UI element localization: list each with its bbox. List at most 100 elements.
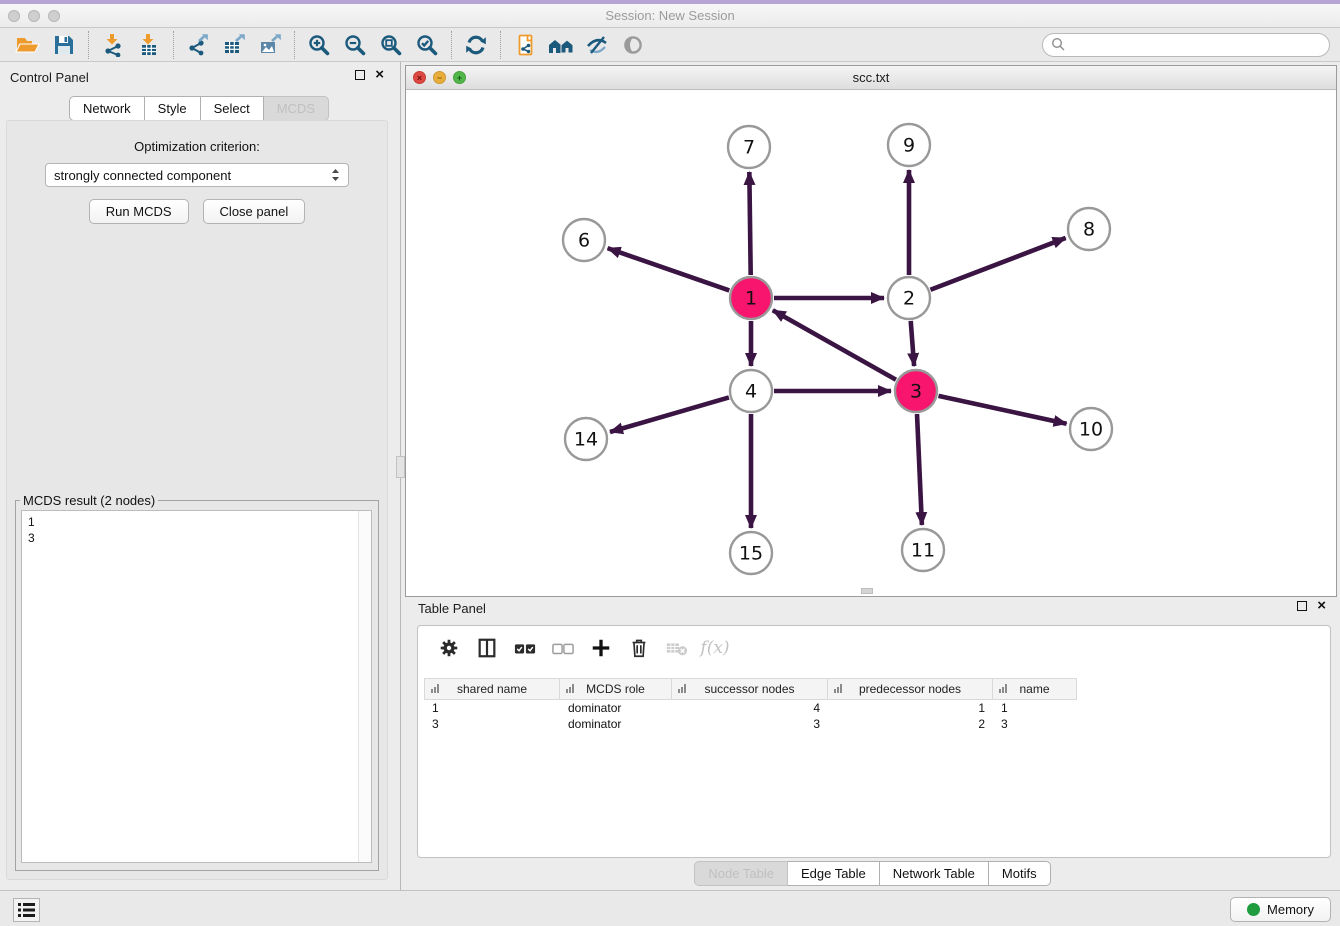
delete-column-button[interactable] — [622, 633, 656, 663]
import-table-button[interactable] — [131, 30, 167, 60]
tab-style[interactable]: Style — [145, 96, 201, 121]
table-row[interactable]: 1dominator411 — [424, 700, 1330, 716]
tab-select[interactable]: Select — [201, 96, 264, 121]
table-cell[interactable]: 1 — [993, 700, 1077, 716]
close-panel-icon[interactable]: × — [375, 70, 384, 80]
graph-edge-4-14[interactable] — [610, 397, 729, 432]
close-panel-button[interactable]: Close panel — [203, 199, 306, 224]
export-network-button[interactable] — [180, 30, 216, 60]
table-cell[interactable]: 4 — [672, 700, 828, 716]
graph-edge-3-1[interactable] — [773, 310, 896, 379]
table-panel-header: Table Panel × — [405, 597, 1332, 621]
function-builder-button[interactable]: f(x) — [698, 633, 732, 663]
status-menu-button[interactable] — [13, 898, 40, 922]
table-cell[interactable]: 2 — [828, 716, 993, 732]
graph-node-15[interactable]: 15 — [730, 532, 772, 574]
graph-node-14[interactable]: 14 — [565, 418, 607, 460]
fx-icon: f(x) — [700, 638, 729, 658]
home-button[interactable] — [543, 30, 579, 60]
tab-edge-table[interactable]: Edge Table — [788, 861, 880, 886]
toolbar-separator — [500, 31, 501, 59]
graph-edge-3-10[interactable] — [938, 396, 1066, 424]
toggle-view-button[interactable] — [615, 30, 651, 60]
graph-edge-1-6[interactable] — [608, 248, 730, 290]
graph-node-8[interactable]: 8 — [1068, 208, 1110, 250]
node-table-card: f(x) shared name MCDS role successor nodes… — [417, 625, 1331, 858]
network-view-title: scc.txt — [406, 70, 1336, 85]
export-table-button[interactable] — [216, 30, 252, 60]
graph-node-7[interactable]: 7 — [728, 126, 770, 168]
apply-layout-button[interactable] — [458, 30, 494, 60]
table-cell[interactable]: dominator — [560, 700, 672, 716]
import-network-button[interactable] — [95, 30, 131, 60]
open-session-button[interactable] — [10, 30, 46, 60]
zoom-in-button[interactable] — [301, 30, 337, 60]
run-mcds-button[interactable]: Run MCDS — [89, 199, 189, 224]
delete-table-button[interactable] — [660, 633, 694, 663]
float-panel-icon[interactable] — [355, 70, 365, 80]
search-input[interactable] — [1066, 38, 1321, 52]
graph-edge-3-11[interactable] — [917, 414, 922, 525]
duplicate-network-button[interactable] — [507, 30, 543, 60]
graph-node-3[interactable]: 3 — [895, 370, 937, 412]
table-cell[interactable]: dominator — [560, 716, 672, 732]
graph-edge-2-3[interactable] — [911, 321, 914, 366]
close-table-panel-icon[interactable]: × — [1317, 601, 1326, 611]
table-row[interactable]: 3dominator323 — [424, 716, 1330, 732]
select-all-button[interactable] — [508, 633, 542, 663]
search-field[interactable] — [1042, 33, 1330, 57]
graph-node-2[interactable]: 2 — [888, 277, 930, 319]
network-graph-canvas[interactable]: 1 2 3 4 6 7 8 9 10 11 14 15 — [406, 90, 1336, 596]
tab-network[interactable]: Network — [69, 96, 145, 121]
graph-node-6[interactable]: 6 — [563, 219, 605, 261]
column-header[interactable]: MCDS role — [560, 678, 672, 700]
table-cell[interactable]: 1 — [424, 700, 560, 716]
window-title: Session: New Session — [0, 8, 1340, 23]
mcds-result-box[interactable]: 1 3 — [21, 510, 372, 863]
graph-node-9[interactable]: 9 — [888, 124, 930, 166]
hide-renderer-button[interactable] — [579, 30, 615, 60]
column-header[interactable]: successor nodes — [672, 678, 828, 700]
svg-text:7: 7 — [743, 137, 755, 159]
result-scrollbar[interactable] — [358, 511, 371, 862]
column-header[interactable]: shared name — [424, 678, 560, 700]
tab-mcds[interactable]: MCDS — [264, 96, 329, 121]
table-cell[interactable]: 1 — [828, 700, 993, 716]
column-header-label: MCDS role — [586, 682, 645, 696]
table-cell[interactable]: 3 — [424, 716, 560, 732]
network-graph-svg[interactable]: 1 2 3 4 6 7 8 9 10 11 14 15 — [406, 90, 1336, 596]
graph-node-11[interactable]: 11 — [902, 529, 944, 571]
sort-hierarchy-icon — [431, 684, 441, 693]
tab-network-table[interactable]: Network Table — [880, 861, 989, 886]
table-cell[interactable]: 3 — [672, 716, 828, 732]
graph-node-1[interactable]: 1 — [730, 277, 772, 319]
zoom-selected-button[interactable] — [409, 30, 445, 60]
graph-node-10[interactable]: 10 — [1070, 408, 1112, 450]
add-column-button[interactable] — [584, 633, 618, 663]
criterion-dropdown[interactable]: strongly connected component — [45, 163, 349, 187]
node-table-body: 1dominator4113dominator323 — [424, 700, 1330, 857]
float-table-panel-icon[interactable] — [1297, 601, 1307, 611]
zoom-fit-button[interactable] — [373, 30, 409, 60]
network-view-window: × − + scc.txt 1 2 3 4 6 7 8 9 10 11 14 15 — [405, 65, 1337, 597]
show-columns-button[interactable] — [470, 633, 504, 663]
deselect-all-button[interactable] — [546, 633, 580, 663]
column-header[interactable]: name — [993, 678, 1077, 700]
save-session-button[interactable] — [46, 30, 82, 60]
export-image-button[interactable] — [252, 30, 288, 60]
column-header[interactable]: predecessor nodes — [828, 678, 993, 700]
view-sphere-icon — [621, 33, 645, 57]
graph-edge-1-7[interactable] — [749, 172, 750, 275]
horizontal-scroll-grip[interactable] — [861, 588, 873, 594]
network-window-titlebar[interactable]: × − + scc.txt — [406, 66, 1336, 90]
table-mode-button[interactable] — [432, 633, 466, 663]
table-cell[interactable]: 3 — [993, 716, 1077, 732]
graph-edge-2-8[interactable] — [930, 238, 1065, 290]
tab-motifs[interactable]: Motifs — [989, 861, 1051, 886]
panel-divider-grip[interactable] — [396, 456, 405, 478]
tab-node-table[interactable]: Node Table — [694, 861, 788, 886]
graph-node-4[interactable]: 4 — [730, 370, 772, 412]
memory-button[interactable]: Memory — [1230, 897, 1331, 922]
sort-hierarchy-icon — [566, 684, 576, 693]
zoom-out-button[interactable] — [337, 30, 373, 60]
